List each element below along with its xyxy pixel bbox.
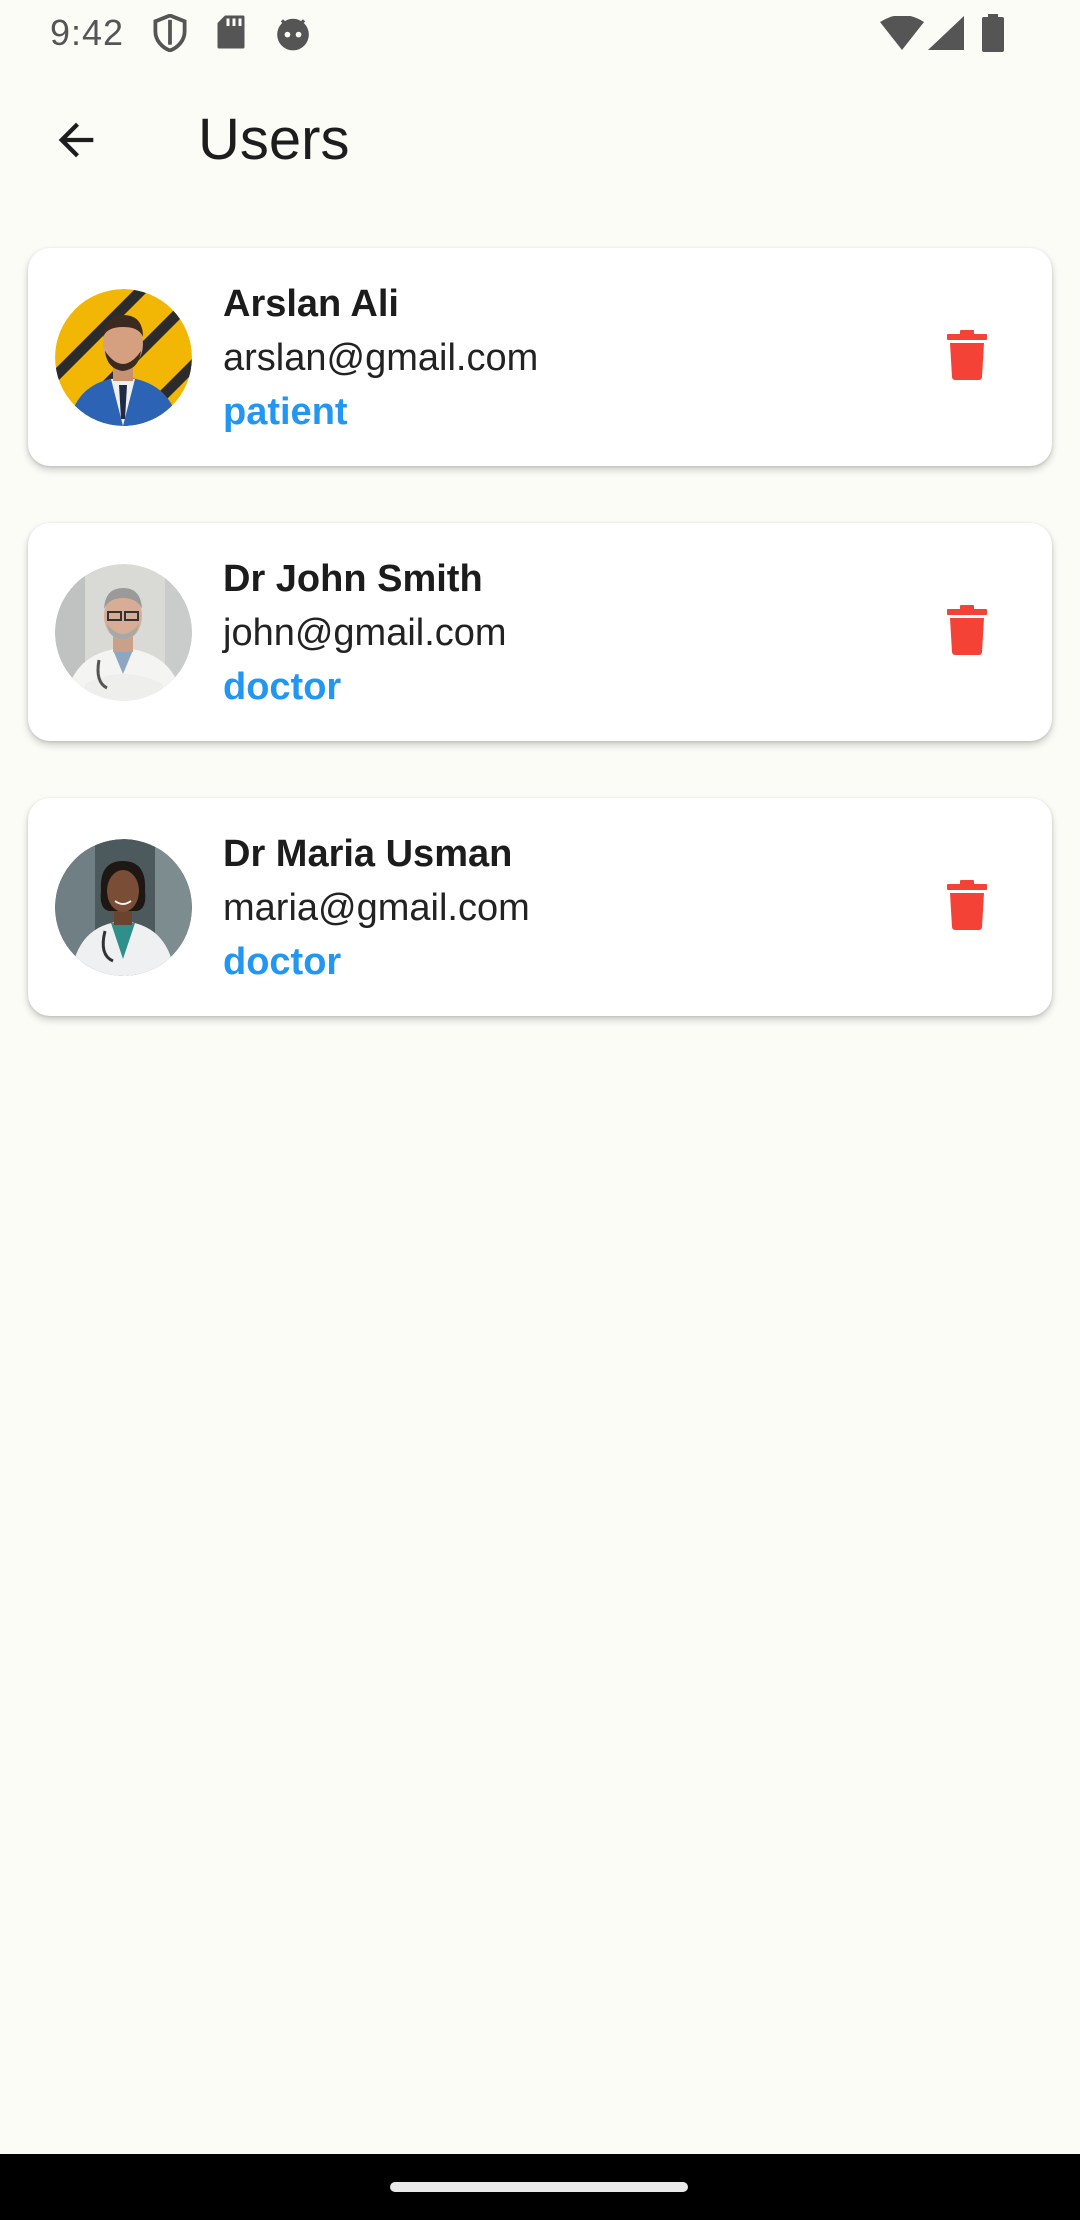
user-info: Dr John Smith john@gmail.com doctor <box>223 553 507 713</box>
user-info: Dr Maria Usman maria@gmail.com doctor <box>223 828 530 988</box>
delete-button[interactable] <box>934 599 1000 665</box>
user-card[interactable]: Dr Maria Usman maria@gmail.com doctor <box>28 798 1052 1016</box>
app-bar: Users <box>0 70 1080 216</box>
battery-icon <box>982 14 1004 57</box>
shield-icon <box>152 13 188 57</box>
delete-button[interactable] <box>934 874 1000 940</box>
wifi-icon <box>880 15 924 55</box>
user-card[interactable]: Arslan Ali arslan@gmail.com patient <box>28 248 1052 466</box>
back-button[interactable] <box>36 102 116 182</box>
navigation-bar <box>0 2154 1080 2220</box>
user-name: Dr John Smith <box>223 558 483 600</box>
trash-icon <box>947 329 987 385</box>
arrow-back-icon <box>50 114 102 171</box>
users-screen: 9:42 Users Arslan Ali arslan@gmail.com p… <box>0 0 1080 2220</box>
user-list: Arslan Ali arslan@gmail.com patient Dr J… <box>28 248 1052 1073</box>
user-role: doctor <box>223 941 342 983</box>
avatar <box>55 839 192 976</box>
avatar <box>55 289 192 426</box>
status-bar: 9:42 <box>0 0 1080 66</box>
cellular-signal-icon <box>928 16 964 55</box>
sd-card-icon <box>216 14 246 55</box>
android-face-icon <box>274 14 312 57</box>
user-role: patient <box>223 391 348 433</box>
status-time: 9:42 <box>50 12 125 53</box>
user-name: Dr Maria Usman <box>223 833 513 875</box>
avatar <box>55 564 192 701</box>
user-name: Arslan Ali <box>223 283 399 325</box>
user-email: maria@gmail.com <box>223 887 530 929</box>
trash-icon <box>947 879 987 935</box>
delete-button[interactable] <box>934 324 1000 390</box>
user-info: Arslan Ali arslan@gmail.com patient <box>223 278 538 438</box>
user-card[interactable]: Dr John Smith john@gmail.com doctor <box>28 523 1052 741</box>
user-role: doctor <box>223 666 342 708</box>
user-email: john@gmail.com <box>223 612 507 654</box>
home-indicator[interactable] <box>390 2182 688 2192</box>
trash-icon <box>947 604 987 660</box>
page-title: Users <box>198 107 350 172</box>
user-email: arslan@gmail.com <box>223 337 539 379</box>
